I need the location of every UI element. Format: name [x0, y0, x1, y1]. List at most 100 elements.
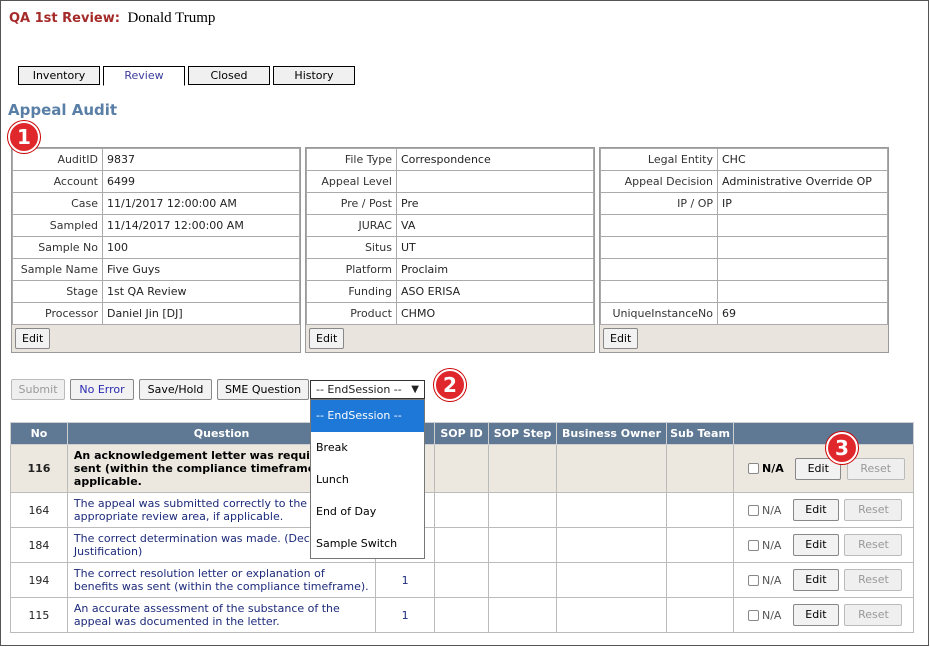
appeal-info-panel: File Type Correspondence Appeal Level Pre… [305, 147, 595, 353]
field-label: Account [12, 170, 103, 193]
edit-decision-info-button[interactable]: Edit [603, 328, 639, 349]
appeal-info-table: File Type Correspondence Appeal Level Pre… [306, 148, 594, 325]
option-end-session[interactable]: -- EndSession -- [311, 400, 424, 432]
step-badge-2: 2 [434, 369, 466, 401]
field-value: CHC [717, 148, 888, 171]
tab-review[interactable]: Review [103, 66, 185, 86]
na-checkbox[interactable] [747, 539, 759, 551]
field-label: Processor [12, 302, 103, 325]
field-value: 6499 [102, 170, 300, 193]
reset-row-button[interactable]: Reset [844, 534, 903, 556]
field-label: Platform [306, 258, 397, 281]
header-sop-id: SOP ID [434, 422, 490, 445]
option-break[interactable]: Break [311, 432, 424, 464]
tab-inventory[interactable]: Inventory [18, 66, 100, 85]
tab-closed[interactable]: Closed [188, 66, 270, 85]
no-error-button[interactable]: No Error [70, 379, 134, 400]
header-actions [732, 422, 915, 445]
table-row: 164 The appeal was submitted correctly t… [10, 492, 915, 528]
edit-row-button[interactable]: Edit [792, 499, 839, 521]
option-lunch[interactable]: Lunch [311, 464, 424, 496]
field-value [717, 280, 888, 303]
field-label: Appeal Decision [600, 170, 718, 193]
tab-history[interactable]: History [273, 66, 355, 85]
sme-question-button[interactable]: SME Question [217, 379, 309, 400]
sop-id-cell [434, 492, 490, 528]
question-count: 1 [375, 597, 436, 633]
field-value: CHMO [396, 302, 594, 325]
row-actions: N/A Edit Reset [732, 527, 915, 563]
na-checkbox[interactable] [747, 504, 759, 516]
option-sample-switch[interactable]: Sample Switch [311, 528, 424, 560]
field-value: IP [717, 192, 888, 215]
row-actions: N/A Edit Reset [732, 444, 915, 493]
audit-info-panel: AuditID 9837 Account 6499 Case 11/1/2017 12… [11, 147, 301, 353]
sop-step-cell [488, 492, 558, 528]
na-checkbox[interactable] [747, 463, 759, 474]
field-value: 9837 [102, 148, 300, 171]
field-label: Product [306, 302, 397, 325]
option-end-of-day[interactable]: End of Day [311, 496, 424, 528]
na-checkbox[interactable] [747, 574, 759, 586]
table-row: 116 An acknowledgement letter was requir… [10, 444, 915, 493]
na-label: N/A [761, 503, 782, 517]
na-label: N/A [761, 538, 782, 552]
field-value: Correspondence [396, 148, 594, 171]
header-label: QA 1st Review: [9, 11, 120, 26]
field-label: IP / OP [600, 192, 718, 215]
end-session-select[interactable]: -- EndSession -- ▼ [310, 380, 425, 399]
sub-team-cell [666, 444, 734, 493]
field-value: 11/14/2017 12:00:00 AM [102, 214, 300, 237]
question-no: 115 [10, 597, 68, 633]
field-value [717, 236, 888, 259]
reset-row-button[interactable]: Reset [844, 569, 903, 591]
step-badge-1: 1 [8, 121, 40, 153]
field-label: Case [12, 192, 103, 215]
edit-audit-info-button[interactable]: Edit [15, 328, 51, 349]
field-label: Funding [306, 280, 397, 303]
audit-info-table: AuditID 9837 Account 6499 Case 11/1/2017 12… [12, 148, 300, 325]
field-label: Sample Name [12, 258, 103, 281]
field-label: File Type [306, 148, 397, 171]
edit-row-button[interactable]: Edit [792, 604, 839, 626]
field-label [600, 214, 718, 237]
field-label: JURAC [306, 214, 397, 237]
business-owner-cell [556, 597, 667, 633]
field-label [600, 280, 718, 303]
edit-row-button[interactable]: Edit [792, 569, 839, 591]
question-text: An accurate assessment of the substance … [66, 597, 377, 633]
field-label: Pre / Post [306, 192, 397, 215]
na-label: N/A [761, 462, 784, 475]
end-session-select-value: -- EndSession -- [316, 383, 402, 396]
question-no: 116 [10, 444, 68, 493]
field-label: Legal Entity [600, 148, 718, 171]
field-value [717, 214, 888, 237]
end-session-dropdown: -- EndSession -- Break Lunch End of Day … [310, 399, 425, 559]
edit-row-button[interactable]: Edit [792, 534, 839, 556]
field-value: Proclaim [396, 258, 594, 281]
edit-appeal-info-button[interactable]: Edit [309, 328, 345, 349]
business-owner-cell [556, 527, 667, 563]
reset-row-button[interactable]: Reset [844, 499, 903, 521]
sop-step-cell [488, 562, 558, 598]
reset-row-button[interactable]: Reset [846, 457, 905, 480]
save-hold-button[interactable]: Save/Hold [139, 379, 212, 400]
reset-row-button[interactable]: Reset [844, 604, 903, 626]
sop-id-cell [434, 562, 490, 598]
field-value: ASO ERISA [396, 280, 594, 303]
field-value: VA [396, 214, 594, 237]
na-checkbox[interactable] [747, 609, 759, 621]
question-grid: No Question SOP ID SOP Step Business Own… [10, 422, 915, 633]
sub-team-cell [666, 492, 734, 528]
business-owner-cell [556, 562, 667, 598]
page-header: QA 1st Review: Donald Trump [9, 10, 215, 27]
row-actions: N/A Edit Reset [732, 597, 915, 633]
dropdown-arrow-icon: ▼ [411, 384, 419, 395]
header-business-owner: Business Owner [556, 422, 667, 445]
header-sub-team: Sub Team [666, 422, 734, 445]
table-row: 184 The correct determination was made. … [10, 527, 915, 563]
business-owner-cell [556, 444, 667, 493]
field-label: Stage [12, 280, 103, 303]
field-value: 100 [102, 236, 300, 259]
submit-button[interactable]: Submit [11, 379, 65, 400]
